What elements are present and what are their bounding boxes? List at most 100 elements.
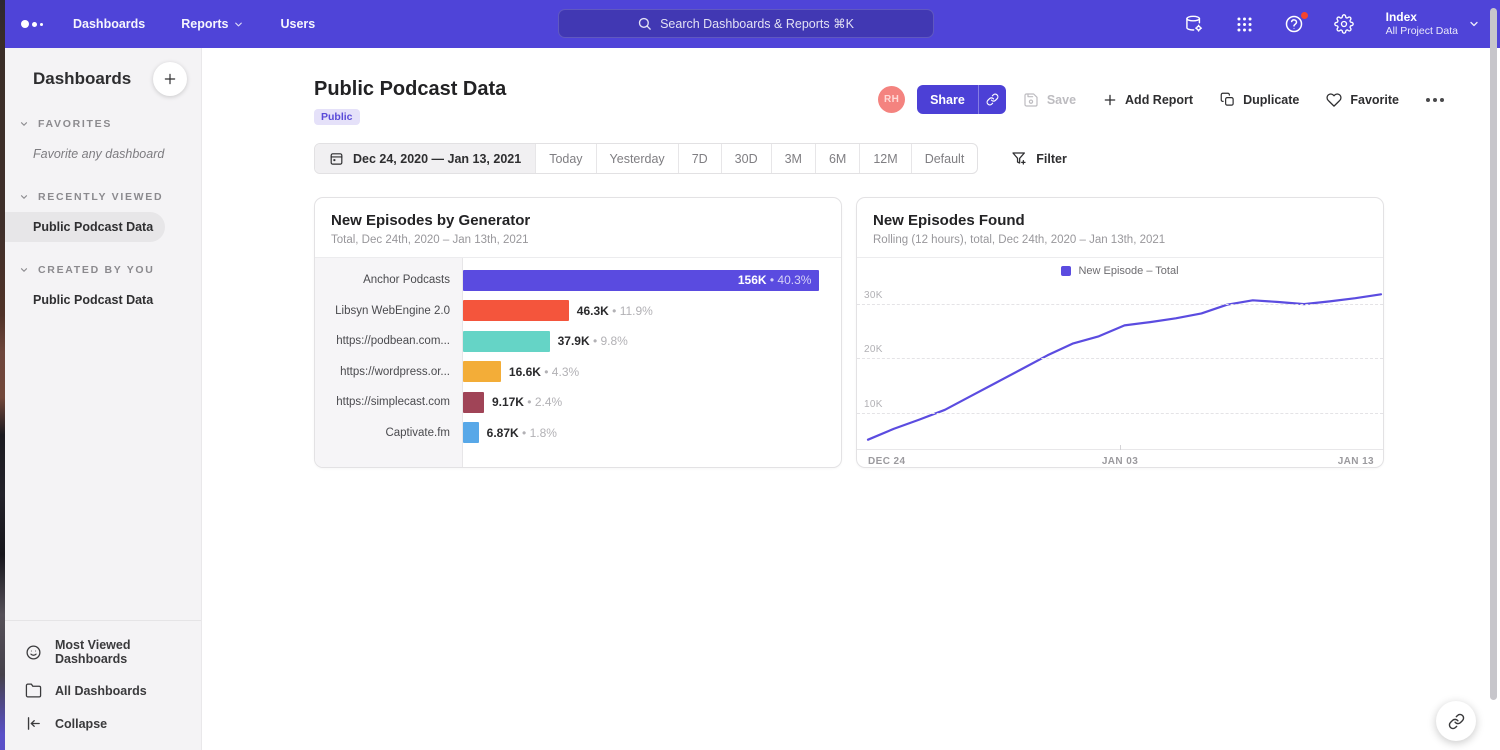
legend-swatch: [1061, 266, 1071, 276]
chevron-down-icon: [19, 265, 29, 275]
primary-nav: Dashboards Reports Users: [73, 17, 351, 31]
bar[interactable]: [463, 331, 550, 352]
preset-7d[interactable]: 7D: [678, 144, 721, 173]
filter-funnel-icon: [1011, 151, 1027, 167]
report-cards: New Episodes by Generator Total, Dec 24t…: [314, 197, 1500, 468]
preset-6m[interactable]: 6M: [815, 144, 859, 173]
line-series: [868, 284, 1381, 449]
bar-row: Libsyn WebEngine 2.0 46.3K • 11.9%: [315, 296, 841, 327]
nav-item-reports[interactable]: Reports: [181, 17, 244, 31]
bar-track: 9.17K • 2.4%: [463, 392, 841, 413]
header-actions: RH Share Save Add Re: [878, 85, 1444, 114]
nav-item-dashboards[interactable]: Dashboards: [73, 17, 145, 31]
data-management-icon[interactable]: [1184, 14, 1205, 35]
notification-dot: [1300, 11, 1309, 20]
search-input[interactable]: Search Dashboards & Reports ⌘K: [558, 9, 934, 38]
bar-row: https://podbean.com...37.9K • 9.8%: [315, 326, 841, 357]
nav-item-users[interactable]: Users: [280, 17, 315, 31]
bar-chart-title[interactable]: New Episodes by Generator: [331, 212, 825, 229]
preset-3m[interactable]: 3M: [771, 144, 815, 173]
save-button[interactable]: Save: [1023, 92, 1076, 108]
preset-12m[interactable]: 12M: [859, 144, 910, 173]
duplicate-button[interactable]: Duplicate: [1220, 92, 1299, 107]
bar[interactable]: [463, 300, 569, 321]
preset-default[interactable]: Default: [911, 144, 978, 173]
plus-icon: [1103, 93, 1117, 107]
sidebar-item-favorite-any-dashboard[interactable]: Favorite any dashboard: [5, 139, 201, 169]
sidebar-item-public-podcast-data[interactable]: Public Podcast Data: [5, 212, 165, 242]
apps-grid-icon[interactable]: [1234, 14, 1255, 35]
footer-item-label: All Dashboards: [55, 684, 147, 698]
new-dashboard-button[interactable]: [153, 62, 187, 96]
preset-30d[interactable]: 30D: [721, 144, 771, 173]
public-badge: Public: [314, 109, 360, 125]
bar[interactable]: [463, 392, 484, 413]
add-report-button[interactable]: Add Report: [1103, 93, 1193, 107]
search-icon: [637, 16, 652, 31]
collapse-icon: [25, 715, 42, 732]
main-content: Public Podcast Data Public RH Share Save: [202, 48, 1500, 750]
scrollbar[interactable]: [1490, 8, 1497, 700]
line-chart-legend: New Episode – Total: [857, 258, 1383, 283]
date-range-button[interactable]: Dec 24, 2020 — Jan 13, 2021: [315, 144, 535, 173]
help-icon[interactable]: [1284, 14, 1305, 35]
sidebar-section-label: RECENTLY VIEWED: [38, 191, 163, 203]
more-options-button[interactable]: [1426, 98, 1444, 102]
project-subtitle: All Project Data: [1386, 25, 1458, 38]
preset-yesterday[interactable]: Yesterday: [596, 144, 678, 173]
x-axis-tick-label: JAN 13: [1338, 456, 1374, 467]
sidebar-footer-all-dashboards[interactable]: All Dashboards: [5, 674, 201, 707]
preset-today[interactable]: Today: [535, 144, 595, 173]
y-axis-tick-label: 10K: [864, 399, 883, 410]
chevron-down-icon: [233, 19, 244, 30]
share-link-fab[interactable]: [1436, 701, 1476, 741]
sidebar-item-public-podcast-data[interactable]: Public Podcast Data: [5, 285, 201, 315]
sidebar-section-header[interactable]: CREATED BY YOU: [5, 264, 201, 276]
filter-button[interactable]: Filter: [1011, 151, 1067, 167]
share-button-label[interactable]: Share: [917, 85, 978, 114]
copy-link-button[interactable]: [978, 85, 1006, 114]
legend-label: New Episode – Total: [1078, 265, 1178, 277]
line-chart-card: New Episodes Found Rolling (12 hours), t…: [856, 197, 1384, 468]
line-chart-x-axis: DEC 24JAN 03JAN 13: [857, 449, 1383, 468]
bar-chart-card: New Episodes by Generator Total, Dec 24t…: [314, 197, 842, 468]
gridline: [857, 304, 1383, 305]
bar-category-label: Libsyn WebEngine 2.0: [315, 305, 463, 317]
y-axis-tick-label: 30K: [864, 290, 883, 301]
sidebar-footer-collapse[interactable]: Collapse: [5, 707, 201, 740]
sidebar-section-label: FAVORITES: [38, 118, 112, 130]
bar-track: 156K • 40.3%: [463, 270, 841, 291]
sidebar-section-header[interactable]: RECENTLY VIEWED: [5, 191, 201, 203]
gridline: [857, 358, 1383, 359]
search-placeholder: Search Dashboards & Reports ⌘K: [660, 16, 854, 31]
share-button[interactable]: Share: [917, 85, 1006, 114]
x-axis-tick-label: DEC 24: [868, 456, 905, 467]
settings-gear-icon[interactable]: [1334, 14, 1355, 35]
bar[interactable]: [463, 422, 479, 443]
line-chart-title[interactable]: New Episodes Found: [873, 212, 1367, 229]
bar-value-label: 6.87K • 1.8%: [487, 426, 557, 440]
mixpanel-logo[interactable]: [21, 20, 43, 28]
sidebar-section-recently-viewed: RECENTLY VIEWED Public Podcast Data: [5, 191, 201, 242]
bar-chart-subtitle: Total, Dec 24th, 2020 – Jan 13th, 2021: [331, 234, 825, 246]
screen: Dashboards Reports Users Search Dashboards…: [0, 0, 1500, 750]
bar[interactable]: 156K • 40.3%: [463, 270, 819, 291]
sidebar-section-created-by-you: CREATED BY YOU Public Podcast Data: [5, 264, 201, 315]
bar-value-label: 46.3K • 11.9%: [577, 304, 653, 318]
date-range-value: Dec 24, 2020 — Jan 13, 2021: [353, 152, 521, 166]
bar[interactable]: [463, 361, 501, 382]
sidebar-footer-most-viewed-dashboards[interactable]: Most Viewed Dashboards: [5, 630, 201, 674]
sidebar-section-label: CREATED BY YOU: [38, 264, 155, 276]
duplicate-label: Duplicate: [1243, 93, 1299, 107]
calendar-icon: [329, 151, 344, 166]
chevron-down-icon: [19, 119, 29, 129]
sidebar-footer: Most Viewed Dashboards All Dashboards Coll…: [5, 620, 201, 750]
save-icon: [1023, 92, 1039, 108]
sidebar-section-header[interactable]: FAVORITES: [5, 118, 201, 130]
nav-right-cluster: Index All Project Data: [1184, 10, 1480, 38]
favorite-button[interactable]: Favorite: [1326, 92, 1399, 108]
project-switcher[interactable]: Index All Project Data: [1386, 10, 1480, 38]
duplicate-icon: [1220, 92, 1235, 107]
bar-track: 46.3K • 11.9%: [463, 300, 841, 321]
date-presets: TodayYesterday7D30D3M6M12MDefault: [535, 144, 977, 173]
